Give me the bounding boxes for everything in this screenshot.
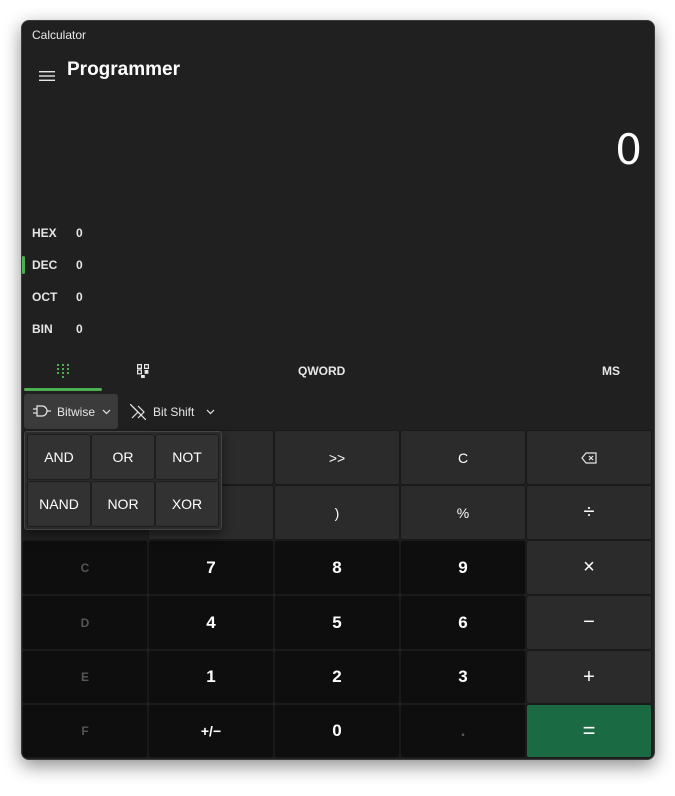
radix-bin[interactable]: BIN 0 (22, 313, 222, 345)
hex-d-button: D (22, 595, 148, 650)
bit-shift-icon (130, 404, 146, 420)
radix-dec[interactable]: DEC 0 (22, 249, 222, 281)
bit-shift-dropdown-button[interactable]: Bit Shift (126, 394, 222, 429)
multiply-button[interactable]: × (526, 540, 652, 595)
bitwise-flyout: AND OR NOT NAND NOR XOR (24, 431, 222, 530)
xor-button[interactable]: XOR (155, 481, 219, 527)
radix-value: 0 (76, 290, 83, 304)
radix-label: BIN (32, 322, 53, 336)
decimal-button: . (400, 704, 526, 758)
navigation-menu-button[interactable] (30, 61, 64, 91)
app-title: Calculator (32, 28, 87, 42)
chevron-down-icon (206, 409, 215, 415)
five-button[interactable]: 5 (274, 595, 400, 650)
eight-button[interactable]: 8 (274, 540, 400, 595)
not-button[interactable]: NOT (155, 434, 219, 480)
hamburger-icon (39, 71, 55, 81)
bit-toggling-keypad-tab[interactable] (104, 351, 182, 391)
result-display: 0 (615, 125, 642, 174)
radix-value: 0 (76, 226, 83, 240)
radix-oct[interactable]: OCT 0 (22, 281, 222, 313)
backspace-button[interactable] (526, 430, 652, 485)
seven-button[interactable]: 7 (148, 540, 274, 595)
radix-label: OCT (32, 290, 58, 304)
bit-toggling-keypad-icon (137, 364, 149, 378)
divide-button[interactable]: ÷ (526, 485, 652, 540)
percent-button[interactable]: % (400, 485, 526, 540)
radix-value: 0 (76, 258, 83, 272)
six-button[interactable]: 6 (400, 595, 526, 650)
nine-button[interactable]: 9 (400, 540, 526, 595)
bitwise-dropdown-button[interactable]: Bitwise (24, 394, 118, 429)
hex-c-button: C (22, 540, 148, 595)
two-button[interactable]: 2 (274, 650, 400, 704)
hex-e-button: E (22, 650, 148, 704)
zero-button[interactable]: 0 (274, 704, 400, 758)
clear-button[interactable]: C (400, 430, 526, 485)
logic-gate-icon (33, 405, 51, 417)
chevron-down-icon (102, 409, 111, 415)
and-button[interactable]: AND (27, 434, 91, 480)
calculator-window: Calculator Programmer 0 HEX 0 DEC 0 OCT … (21, 20, 655, 760)
keypad-icon (57, 364, 69, 378)
right-shift-button[interactable]: >> (274, 430, 400, 485)
equals-button[interactable]: = (526, 704, 652, 758)
three-button[interactable]: 3 (400, 650, 526, 704)
active-tab-underline (24, 388, 102, 391)
bitwise-label: Bitwise (57, 405, 96, 419)
four-button[interactable]: 4 (148, 595, 274, 650)
bit-shift-label: Bit Shift (153, 405, 195, 419)
nor-button[interactable]: NOR (91, 481, 155, 527)
radix-label: DEC (32, 258, 58, 272)
nand-button[interactable]: NAND (27, 481, 91, 527)
full-keypad-tab[interactable] (24, 351, 102, 391)
title-bar: Calculator (22, 21, 654, 51)
close-paren-button[interactable]: ) (274, 485, 400, 540)
mode-title: Programmer (67, 59, 180, 80)
radix-value: 0 (76, 322, 83, 336)
selected-indicator (22, 256, 25, 274)
memory-store-button[interactable]: MS (602, 364, 620, 378)
radix-label: HEX (32, 226, 57, 240)
minus-button[interactable]: − (526, 595, 652, 650)
word-size-button[interactable]: QWORD (298, 364, 345, 378)
or-button[interactable]: OR (91, 434, 155, 480)
negate-button[interactable]: +/− (148, 704, 274, 758)
one-button[interactable]: 1 (148, 650, 274, 704)
hex-f-button: F (22, 704, 148, 758)
backspace-icon (581, 451, 597, 464)
plus-button[interactable]: + (526, 650, 652, 704)
radix-hex[interactable]: HEX 0 (22, 217, 222, 249)
